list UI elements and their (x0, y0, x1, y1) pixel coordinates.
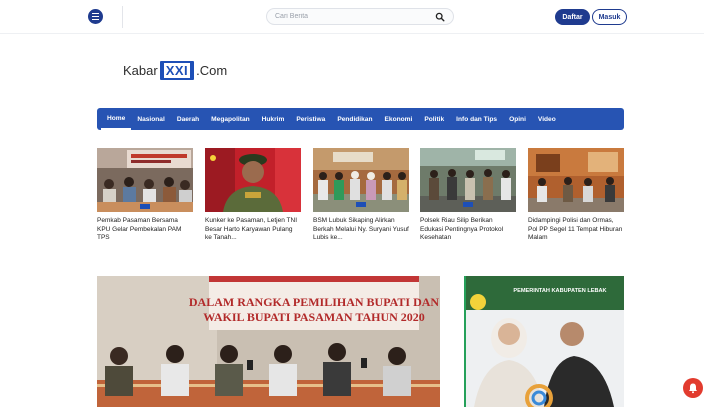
news-card[interactable]: Pemkab Pasaman Bersama KPU Gelar Pembeka… (97, 148, 193, 243)
nav-item-video[interactable]: Video (532, 108, 562, 130)
nav-item-info-dan-tips[interactable]: Info dan Tips (450, 108, 503, 130)
news-thumbnail[interactable] (205, 148, 301, 212)
logo-mark: XXI (159, 60, 195, 80)
feature-banner-line1: DALAM RANGKA PEMILIHAN BUPATI DAN (189, 295, 440, 309)
ad-heading: PEMERINTAH KABUPATEN LEBAK (513, 288, 606, 294)
news-title[interactable]: Kunker ke Pasaman, Letjen TNI Besar Hart… (205, 217, 301, 243)
feature-banner-line2: WAKIL BUPATI PASAMAN TAHUN 2020 (203, 310, 425, 324)
nav-item-ekonomi[interactable]: Ekonomi (379, 108, 419, 130)
search-box[interactable] (266, 8, 454, 25)
nav-item-pendidikan[interactable]: Pendidikan (331, 108, 378, 130)
nav-item-hukrim[interactable]: Hukrim (256, 108, 291, 130)
news-title[interactable]: Pemkab Pasaman Bersama KPU Gelar Pembeka… (97, 217, 193, 243)
news-thumbnail[interactable] (420, 148, 516, 212)
nav-item-opini[interactable]: Opini (503, 108, 532, 130)
news-card[interactable]: Didampingi Polisi dan Ormas, Pol PP Sege… (528, 148, 624, 243)
news-card[interactable]: BSM Lubuk Sikaping Alirkan Berkah Melalu… (313, 148, 409, 243)
register-button[interactable]: Daftar (555, 9, 590, 25)
logo-prefix: Kabar (123, 62, 158, 78)
nav-item-peristiwa[interactable]: Peristiwa (290, 108, 331, 130)
top-divider (122, 6, 123, 28)
news-thumbnail[interactable] (313, 148, 409, 212)
nav-item-daerah[interactable]: Daerah (171, 108, 205, 130)
login-button[interactable]: Masuk (592, 9, 627, 25)
news-thumbnail[interactable] (97, 148, 193, 212)
nav-item-megapolitan[interactable]: Megapolitan (205, 108, 255, 130)
main-nav: Home Nasional Daerah Megapolitan Hukrim … (97, 108, 624, 130)
advertisement-banner[interactable]: PEMERINTAH KABUPATEN LEBAK (464, 276, 624, 407)
site-logo[interactable]: Kabar XXI .Com (123, 59, 227, 81)
nav-item-home[interactable]: Home (101, 108, 132, 130)
logo-suffix: .Com (196, 62, 228, 78)
news-title[interactable]: BSM Lubuk Sikaping Alirkan Berkah Melalu… (313, 217, 409, 243)
top-bar: Daftar Masuk (0, 0, 704, 34)
search-icon[interactable] (435, 12, 445, 22)
news-card[interactable]: Kunker ke Pasaman, Letjen TNI Besar Hart… (205, 148, 301, 243)
nav-item-politik[interactable]: Politik (418, 108, 450, 130)
notification-bell-icon[interactable] (683, 378, 703, 398)
news-list: Pemkab Pasaman Bersama KPU Gelar Pembeka… (97, 148, 625, 253)
search-input[interactable] (275, 10, 425, 23)
featured-news-image[interactable]: DALAM RANGKA PEMILIHAN BUPATI DAN WAKIL … (97, 276, 440, 407)
news-card[interactable]: Polsek Riau Silip Berikan Edukasi Pentin… (420, 148, 516, 243)
news-title[interactable]: Didampingi Polisi dan Ormas, Pol PP Sege… (528, 217, 624, 243)
hamburger-menu-icon[interactable] (88, 9, 103, 24)
nav-item-nasional[interactable]: Nasional (131, 108, 170, 130)
news-thumbnail[interactable] (528, 148, 624, 212)
ad-accent-bar (464, 276, 466, 407)
news-title[interactable]: Polsek Riau Silip Berikan Edukasi Pentin… (420, 217, 516, 243)
logo-mark-text: XXI (163, 62, 191, 78)
